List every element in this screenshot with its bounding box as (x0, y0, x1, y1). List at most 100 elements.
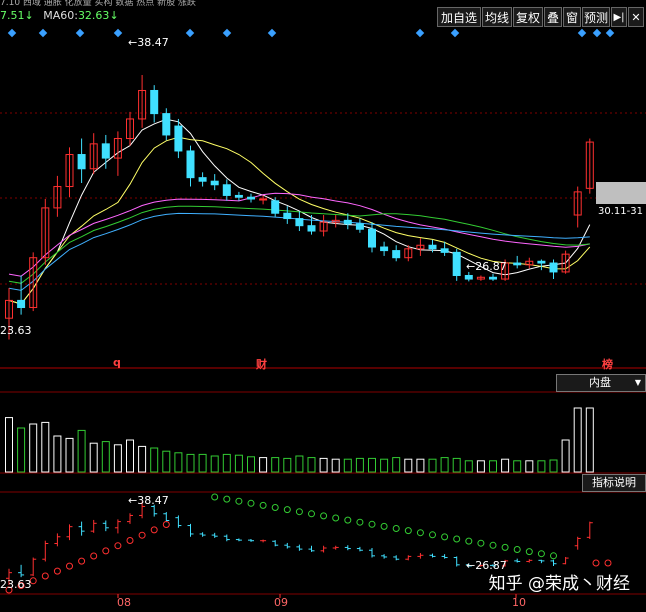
volume-bar (331, 458, 340, 473)
candle-body (464, 274, 473, 280)
volume-bar (368, 457, 376, 473)
add-watchlist-button[interactable]: 加自选 (437, 7, 481, 27)
sar-circle-down (465, 537, 473, 545)
volume-bar (17, 427, 26, 473)
candle-body (368, 228, 376, 248)
sar-circle-down (223, 495, 231, 503)
stock-chart[interactable] (0, 0, 646, 612)
adjust-button[interactable]: 复权 (513, 7, 543, 27)
sar-circle-down (295, 508, 303, 516)
sar-circle-down (211, 493, 219, 501)
sar-circle-up (138, 531, 146, 539)
volume-bar (416, 458, 425, 473)
down-arrow-icon: ↓ (109, 9, 119, 22)
volume-bar (307, 457, 316, 473)
event-marker-finance[interactable]: 财 (256, 356, 267, 372)
x-axis-label-08: 08 (117, 596, 131, 609)
volume-bar (101, 441, 110, 473)
volume-bar (573, 407, 582, 473)
sar-circle-down (356, 518, 364, 526)
sar-circle-down (332, 514, 340, 522)
candle-body (537, 260, 546, 264)
sar-circle-down (501, 543, 509, 551)
candle-body (247, 196, 255, 200)
volume-type-dropdown[interactable]: 内盘 ▼ (556, 374, 646, 392)
volume-bar (283, 457, 292, 473)
low-price-label: ←26.87 (466, 260, 507, 273)
diamond-marker-icon (185, 28, 195, 38)
diamond-marker-icon (450, 28, 460, 38)
forecast-button[interactable]: 预测 (582, 7, 610, 27)
candle-body (174, 125, 183, 152)
candle-body (17, 299, 26, 309)
candle-body (392, 250, 401, 259)
sar-circle-down (404, 527, 412, 535)
ticker-strip: 7.10 西域 通胀 化放量 实构 数据 热点 新股 涨跌 (0, 0, 196, 8)
sar-circle-up (114, 542, 122, 550)
sar-circle-down (271, 504, 279, 511)
ma-legend: 7.51↓ MA60:32.63↓ (0, 9, 119, 22)
candle-body (77, 154, 86, 170)
sar-circle-down (320, 512, 328, 520)
volume-bar (222, 453, 231, 473)
volume-bar (549, 459, 558, 473)
candle-body (295, 218, 304, 227)
volume-bar (380, 458, 389, 473)
diamond-marker-icon (577, 28, 587, 38)
sar-circle-up (41, 572, 49, 580)
ma-prev-value: 7.51 (0, 9, 25, 22)
candle-body (162, 113, 171, 136)
diamond-marker-icon (605, 28, 615, 38)
indicator-high-label: ←38.47 (128, 494, 169, 507)
sar-circle-down (513, 546, 521, 553)
window-button[interactable]: 窗 (563, 7, 581, 27)
sar-circle-up (592, 559, 600, 567)
candle-body (549, 262, 558, 273)
candle-body (283, 212, 292, 220)
close-icon[interactable]: ✕ (628, 7, 644, 27)
volume-bar (65, 437, 74, 473)
volume-bar (89, 442, 98, 473)
volume-bar (174, 452, 183, 473)
volume-bar (234, 454, 243, 473)
volume-bar (428, 458, 437, 473)
volume-bar (561, 439, 570, 473)
volume-bar (489, 460, 497, 473)
ma60-value: 32.63 (77, 9, 110, 22)
volume-bar (343, 458, 352, 473)
volume-bar (29, 423, 38, 473)
diamond-marker-icon (75, 28, 85, 38)
volume-bar (355, 457, 364, 473)
diamond-marker-icon (113, 28, 123, 38)
volume-bar (513, 460, 522, 473)
indicator-help-button[interactable]: 指标说明 (582, 474, 646, 492)
volume-bar (464, 460, 473, 473)
candle-body (222, 184, 231, 196)
event-marker-ranking[interactable]: 榜 (602, 356, 613, 372)
sar-circle-down (453, 535, 461, 543)
sar-circle-down (235, 497, 243, 505)
chevron-down-icon: ▼ (634, 378, 641, 387)
volume-bar (41, 421, 50, 473)
ma-button[interactable]: 均线 (482, 7, 512, 27)
event-marker-q[interactable]: q (113, 356, 121, 369)
sar-circle-down (477, 539, 485, 547)
diamond-marker-icon (415, 28, 425, 38)
left-low-price-label: 23.63 (0, 324, 32, 337)
sar-circle-down (550, 552, 557, 560)
candle-body (186, 150, 195, 179)
nav-end-icon[interactable]: ▶| (611, 7, 627, 27)
sar-circle-down (489, 541, 497, 549)
volume-bar (259, 457, 268, 473)
candle-body (259, 198, 268, 201)
diamond-marker-icon (222, 28, 232, 38)
volume-bar (113, 444, 122, 473)
volume-bar (77, 429, 86, 473)
overlay-button[interactable]: 叠 (544, 7, 562, 27)
sar-circle-down (525, 548, 533, 556)
range-label: 30.11-31 (598, 206, 643, 217)
candle-body (489, 276, 497, 280)
candle-body (428, 244, 437, 250)
sar-circle-down (392, 525, 400, 532)
candle-body (198, 177, 207, 182)
